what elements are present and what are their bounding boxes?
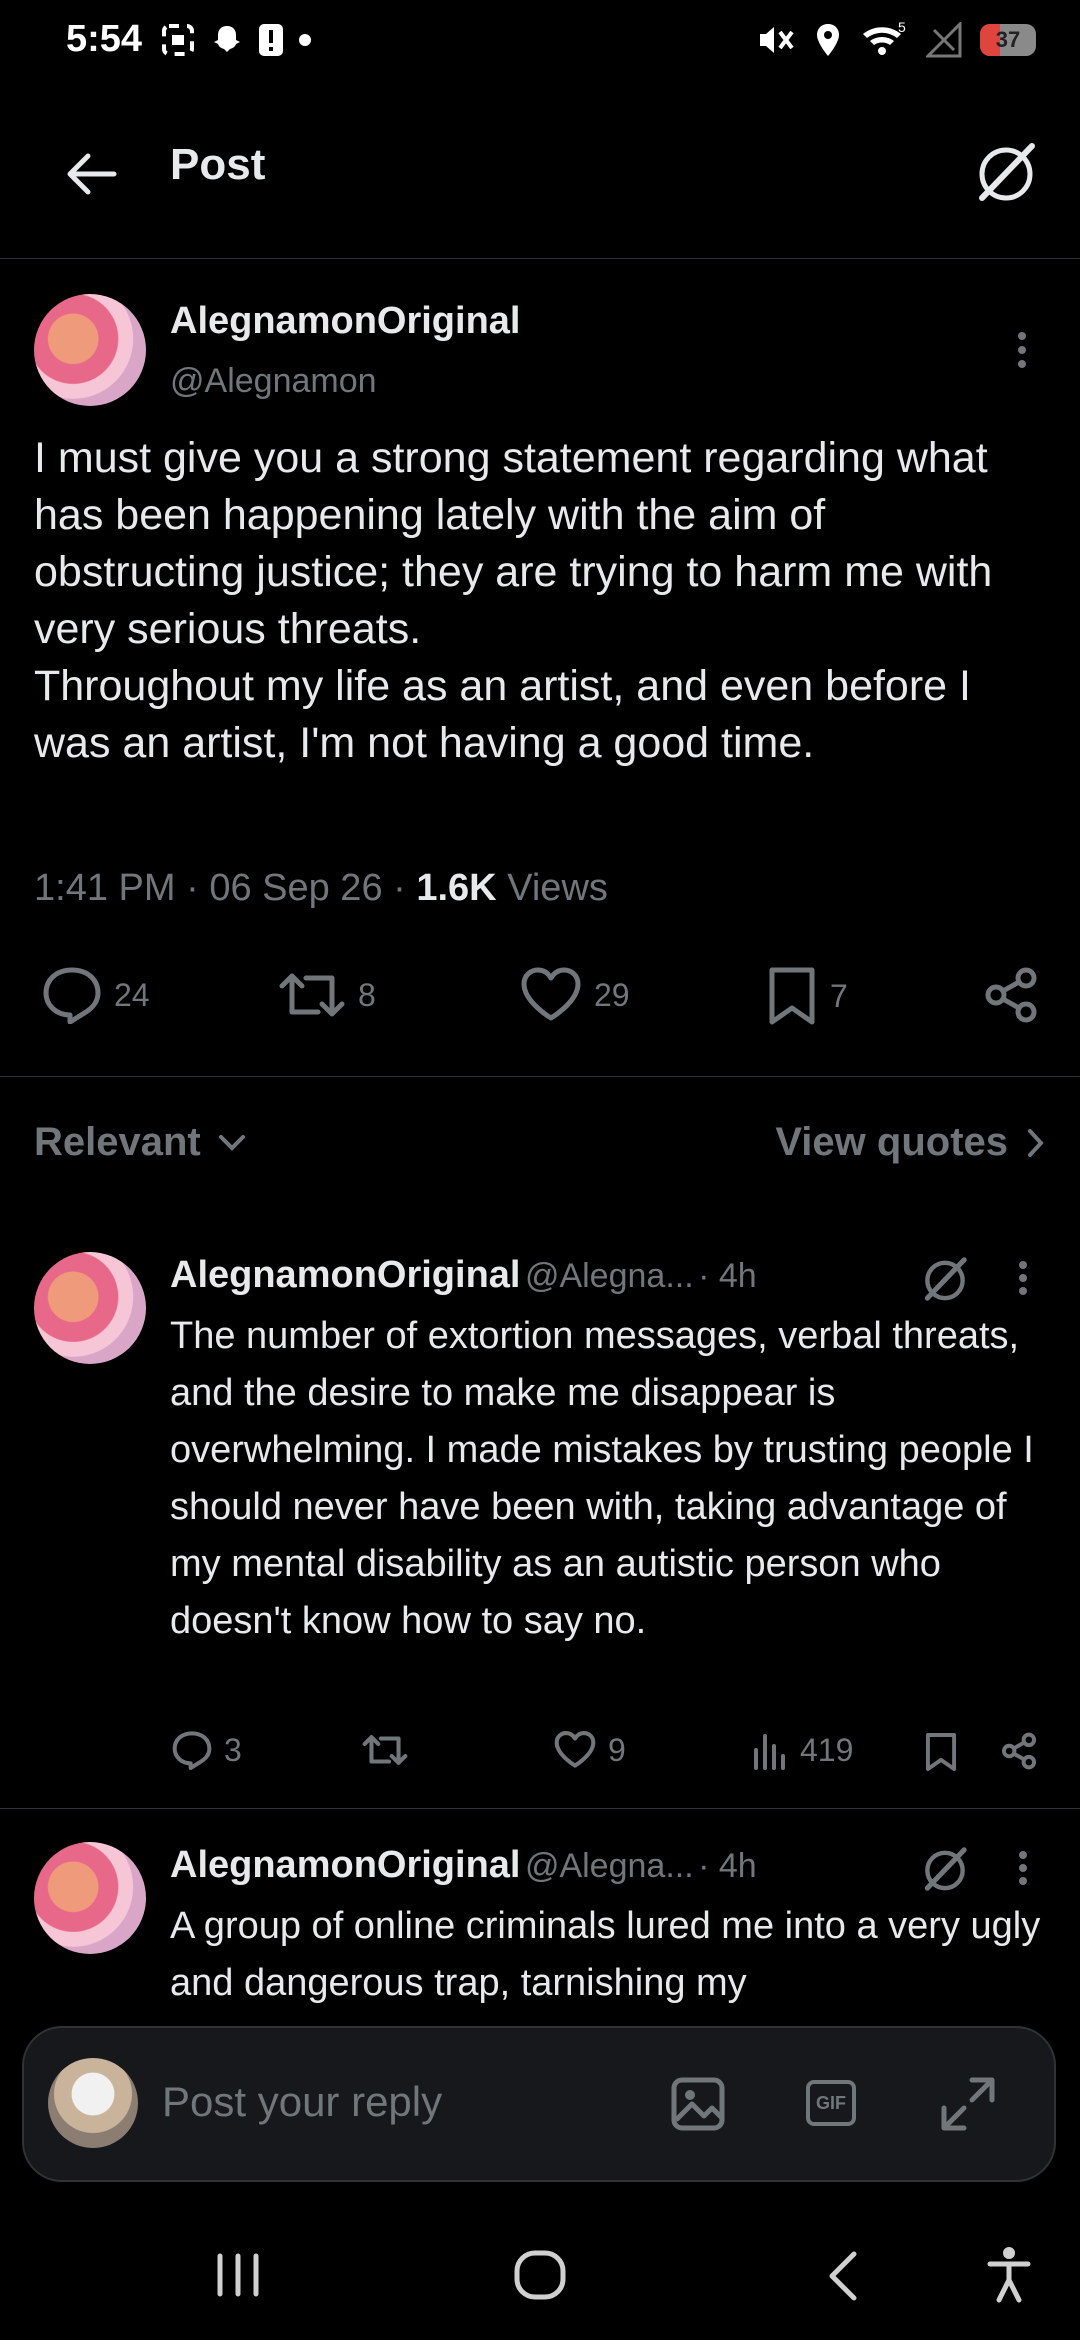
- more-options-icon[interactable]: [1018, 1850, 1028, 1886]
- like-count: 29: [594, 976, 630, 1013]
- page-title: Post: [170, 140, 266, 189]
- snapchat-icon: [214, 26, 240, 52]
- reply-icon: [172, 1731, 212, 1770]
- status-bar: 5:54 5 37: [0, 0, 1080, 90]
- vibrate-mute-icon: [760, 27, 794, 53]
- back-nav-icon[interactable]: [826, 2250, 860, 2302]
- my-avatar: [48, 2058, 138, 2148]
- views-label[interactable]: Views: [507, 867, 608, 909]
- reply-author-handle[interactable]: @Alegna...: [525, 1257, 694, 1295]
- gif-button[interactable]: GIF: [806, 2080, 856, 2126]
- reply-input[interactable]: Post your reply: [162, 2078, 442, 2126]
- reply-text: A group of online criminals lured me int…: [170, 1905, 1041, 2004]
- home-icon[interactable]: [514, 2250, 566, 2300]
- reply-age: · 4h: [698, 1847, 757, 1885]
- views-count: 1.6K: [416, 867, 497, 909]
- author-name[interactable]: AlegnamonOriginal: [170, 300, 520, 343]
- heart-icon: [521, 967, 581, 1021]
- reply-avatar[interactable]: [34, 1252, 146, 1364]
- share-icon[interactable]: [982, 966, 1040, 1024]
- repost-button[interactable]: [362, 1730, 408, 1770]
- back-arrow-icon[interactable]: [62, 150, 118, 198]
- reply-text: The number of extortion messages, verbal…: [170, 1315, 1034, 1642]
- system-nav-bar: [0, 2210, 1080, 2340]
- reply-age: · 4h: [698, 1257, 757, 1295]
- signal-icon: [926, 22, 962, 58]
- battery-icon: 37: [980, 24, 1036, 56]
- author-avatar[interactable]: [34, 294, 146, 406]
- reply-author-name[interactable]: AlegnamonOriginal: [170, 1254, 520, 1296]
- repost-icon: [362, 1735, 408, 1765]
- view-quotes-link[interactable]: View quotes: [775, 1120, 1046, 1165]
- bookmark-button[interactable]: 7: [766, 966, 848, 1026]
- bookmark-count: 7: [830, 977, 848, 1014]
- reply-header: AlegnamonOriginal @Alegna... · 4h: [170, 1844, 757, 1887]
- views-count: 419: [800, 1731, 854, 1768]
- repost-icon: [279, 973, 345, 1017]
- bookmark-icon[interactable]: [924, 1732, 958, 1772]
- chevron-right-icon: [1028, 1128, 1044, 1157]
- reply-count: 3: [224, 1731, 242, 1768]
- top-bar: Post: [0, 110, 1080, 230]
- view-quotes-label: View quotes: [775, 1120, 1008, 1164]
- heart-icon: [554, 1731, 596, 1768]
- reply-button[interactable]: 24: [42, 966, 150, 1024]
- screenshot-icon: [162, 24, 194, 56]
- reply-header: AlegnamonOriginal @Alegna... · 4h: [170, 1254, 757, 1297]
- post-date: 06 Sep 26: [209, 867, 383, 909]
- reply-count: 24: [114, 976, 150, 1013]
- like-count: 9: [608, 1731, 626, 1768]
- chevron-down-icon: [218, 1134, 245, 1151]
- post-text: I must give you a strong statement regar…: [34, 434, 993, 767]
- reply-avatar[interactable]: [34, 1842, 146, 1954]
- views-button[interactable]: 419: [752, 1730, 853, 1770]
- grok-icon[interactable]: [972, 138, 1040, 206]
- more-options-icon[interactable]: [1016, 330, 1028, 370]
- reply-composer[interactable]: Post your reply GIF: [22, 2026, 1056, 2182]
- like-button[interactable]: 9: [554, 1730, 626, 1770]
- post-time: 1:41 PM: [34, 867, 176, 909]
- grok-icon[interactable]: [920, 1254, 970, 1304]
- reply-button[interactable]: 3: [172, 1730, 242, 1770]
- status-time: 5:54: [66, 18, 143, 60]
- reply-author-handle[interactable]: @Alegna...: [525, 1847, 694, 1885]
- repost-count: 8: [358, 976, 376, 1013]
- svg-text:5: 5: [898, 22, 906, 35]
- location-icon: [817, 24, 839, 56]
- expand-icon[interactable]: [940, 2076, 996, 2132]
- like-button[interactable]: 29: [520, 966, 630, 1024]
- actions-divider: [0, 1076, 1080, 1077]
- grok-icon[interactable]: [920, 1844, 970, 1894]
- dot-icon: [299, 34, 311, 46]
- battery-level: 37: [995, 27, 1021, 52]
- reply-item[interactable]: AlegnamonOriginal @Alegna... · 4h The nu…: [0, 1240, 1080, 1810]
- wifi-icon: 5: [863, 22, 906, 55]
- alert-icon: [259, 24, 283, 56]
- share-icon[interactable]: [1000, 1732, 1038, 1770]
- gif-label: GIF: [816, 2093, 846, 2113]
- analytics-icon: [754, 1734, 785, 1770]
- notification-icons: [160, 22, 312, 58]
- reply-icon: [43, 967, 101, 1024]
- reply-item[interactable]: AlegnamonOriginal @Alegna... · 4h A grou…: [0, 1830, 1080, 2030]
- reply-author-name[interactable]: AlegnamonOriginal: [170, 1844, 520, 1886]
- post-meta: 1:41 PM · 06 Sep 26 · 1.6K Views: [34, 867, 608, 909]
- system-icons: 5 37: [756, 22, 1036, 58]
- recent-apps-icon[interactable]: [214, 2252, 262, 2298]
- sort-dropdown[interactable]: Relevant: [34, 1120, 247, 1165]
- sort-label: Relevant: [34, 1120, 201, 1164]
- header-divider: [0, 258, 1080, 259]
- accessibility-icon[interactable]: [986, 2246, 1032, 2304]
- more-options-icon[interactable]: [1018, 1260, 1028, 1296]
- repost-button[interactable]: 8: [278, 966, 376, 1024]
- bookmark-icon: [769, 967, 815, 1025]
- reply-divider: [0, 1808, 1080, 1809]
- author-handle[interactable]: @Alegnamon: [170, 362, 377, 401]
- image-icon[interactable]: [670, 2076, 726, 2132]
